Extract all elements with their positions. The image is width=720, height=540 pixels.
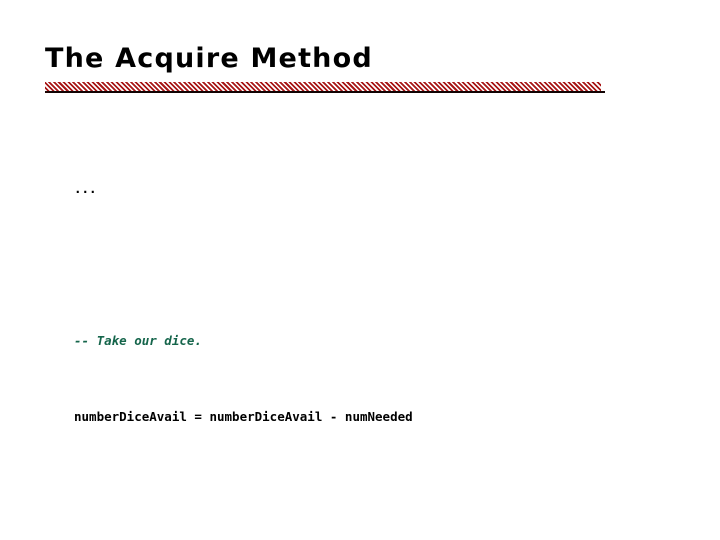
code-spacer [47,255,687,274]
code-line-ellipsis: ... [74,181,97,196]
page-title: The Acquire Method [45,43,373,74]
code-comment-take-dice: -- Take our dice. [74,333,202,348]
code-block: ... -- Take our dice. numberDiceAvail = … [47,122,687,540]
slide: The Acquire Method ... -- Take our dice.… [0,0,720,540]
code-spacer [47,483,687,502]
title-divider-shadow [49,91,605,93]
code-line-dice-avail: numberDiceAvail = numberDiceAvail - numN… [74,409,413,424]
